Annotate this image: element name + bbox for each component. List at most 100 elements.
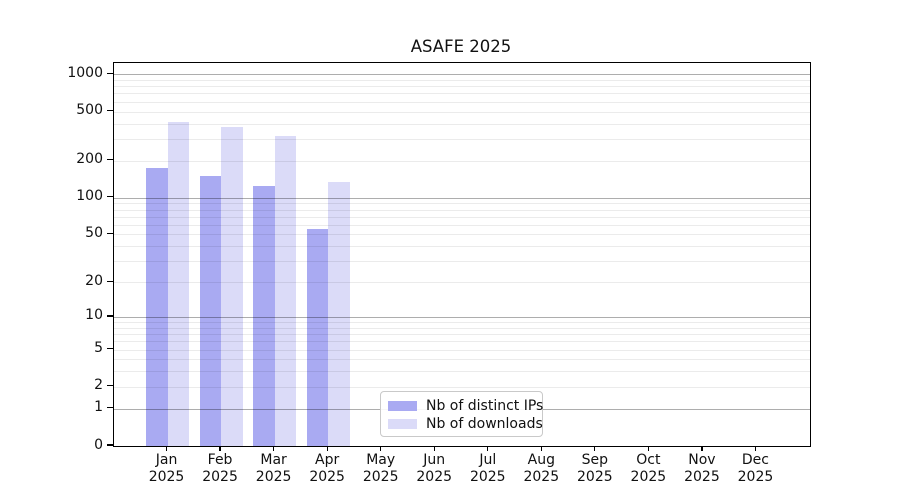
- y-tick-mark: [107, 110, 113, 111]
- minor-gridline: [114, 328, 810, 329]
- x-tick-label-jan: Jan2025: [140, 452, 194, 486]
- x-tick-month: Sep: [568, 452, 622, 469]
- minor-gridline: [114, 203, 810, 204]
- x-tick-mark: [487, 446, 488, 451]
- minor-gridline: [114, 80, 810, 81]
- x-tick-year: 2025: [568, 469, 622, 486]
- y-tick-label: 500: [0, 103, 103, 118]
- legend-item-distinct-ips: Nb of distinct IPs: [388, 397, 534, 415]
- x-tick-mark: [701, 446, 702, 451]
- plot-area: Nb of distinct IPs Nb of downloads: [113, 62, 811, 447]
- y-tick-mark: [107, 348, 113, 349]
- x-tick-month: May: [354, 452, 408, 469]
- legend-swatch-distinct-ips: [388, 401, 417, 411]
- y-tick-label: 200: [0, 152, 103, 167]
- major-gridline: [114, 198, 810, 199]
- y-tick-label: 2: [0, 378, 103, 393]
- minor-gridline: [114, 225, 810, 226]
- x-tick-mark: [380, 446, 381, 451]
- x-tick-year: 2025: [621, 469, 675, 486]
- minor-gridline: [114, 341, 810, 342]
- major-gridline: [114, 74, 810, 75]
- x-tick-label-may: May2025: [354, 452, 408, 486]
- y-tick-mark: [107, 159, 113, 160]
- x-tick-year: 2025: [247, 469, 301, 486]
- minor-gridline: [114, 282, 810, 283]
- minor-gridline: [114, 371, 810, 372]
- x-tick-label-sep: Sep2025: [568, 452, 622, 486]
- x-tick-mark: [434, 446, 435, 451]
- minor-gridline: [114, 322, 810, 323]
- minor-gridline: [114, 86, 810, 87]
- minor-gridline: [114, 359, 810, 360]
- minor-gridline: [114, 124, 810, 125]
- x-tick-month: Jul: [461, 452, 515, 469]
- x-tick-mark: [327, 446, 328, 451]
- legend-swatch-downloads: [388, 419, 417, 429]
- minor-gridline: [114, 210, 810, 211]
- x-tick-year: 2025: [675, 469, 729, 486]
- y-tick-mark: [107, 315, 113, 316]
- y-tick-label: 5: [0, 341, 103, 356]
- x-tick-year: 2025: [140, 469, 194, 486]
- x-tick-label-apr: Apr2025: [300, 452, 354, 486]
- y-tick-label: 50: [0, 226, 103, 241]
- x-tick-month: Aug: [514, 452, 568, 469]
- x-tick-year: 2025: [728, 469, 782, 486]
- minor-gridline: [114, 217, 810, 218]
- x-tick-mark: [166, 446, 167, 451]
- x-tick-mark: [541, 446, 542, 451]
- x-tick-label-jul: Jul2025: [461, 452, 515, 486]
- x-tick-year: 2025: [300, 469, 354, 486]
- x-tick-month: Apr: [300, 452, 354, 469]
- minor-gridline: [114, 139, 810, 140]
- x-tick-mark: [273, 446, 274, 451]
- minor-gridline: [114, 246, 810, 247]
- x-tick-label-jun: Jun2025: [407, 452, 461, 486]
- minor-gridline: [114, 334, 810, 335]
- x-tick-month: Oct: [621, 452, 675, 469]
- y-tick-label: 0: [0, 438, 103, 453]
- minor-gridline: [114, 93, 810, 94]
- y-tick-mark: [107, 73, 113, 74]
- x-tick-year: 2025: [193, 469, 247, 486]
- x-tick-label-oct: Oct2025: [621, 452, 675, 486]
- legend-label-downloads: Nb of downloads: [426, 415, 543, 433]
- x-tick-year: 2025: [514, 469, 568, 486]
- x-tick-label-dec: Dec2025: [728, 452, 782, 486]
- chart-title: ASAFE 2025: [113, 37, 809, 56]
- y-tick-mark: [107, 281, 113, 282]
- x-tick-month: Dec: [728, 452, 782, 469]
- x-tick-year: 2025: [461, 469, 515, 486]
- y-tick-mark: [107, 407, 113, 408]
- x-tick-month: Nov: [675, 452, 729, 469]
- minor-gridline: [114, 102, 810, 103]
- x-tick-label-mar: Mar2025: [247, 452, 301, 486]
- y-tick-label: 1000: [0, 66, 103, 81]
- minor-gridline: [114, 350, 810, 351]
- x-tick-mark: [755, 446, 756, 451]
- major-gridline: [114, 317, 810, 318]
- x-tick-label-aug: Aug2025: [514, 452, 568, 486]
- y-tick-mark: [107, 233, 113, 234]
- x-tick-label-nov: Nov2025: [675, 452, 729, 486]
- minor-gridline: [114, 234, 810, 235]
- y-tick-mark: [107, 196, 113, 197]
- x-tick-month: Jan: [140, 452, 194, 469]
- x-tick-month: Jun: [407, 452, 461, 469]
- minor-gridline: [114, 161, 810, 162]
- legend-label-distinct-ips: Nb of distinct IPs: [426, 397, 543, 415]
- x-tick-mark: [594, 446, 595, 451]
- gridlines-layer: [114, 63, 810, 446]
- y-tick-label: 1: [0, 400, 103, 415]
- y-tick-mark: [107, 385, 113, 386]
- x-tick-month: Mar: [247, 452, 301, 469]
- minor-gridline: [114, 112, 810, 113]
- x-tick-year: 2025: [407, 469, 461, 486]
- chart-canvas: ASAFE 2025 Nb of distinct IPs Nb of down…: [0, 0, 900, 500]
- x-tick-label-feb: Feb2025: [193, 452, 247, 486]
- x-tick-mark: [648, 446, 649, 451]
- y-tick-label: 20: [0, 274, 103, 289]
- minor-gridline: [114, 387, 810, 388]
- x-tick-mark: [219, 446, 220, 451]
